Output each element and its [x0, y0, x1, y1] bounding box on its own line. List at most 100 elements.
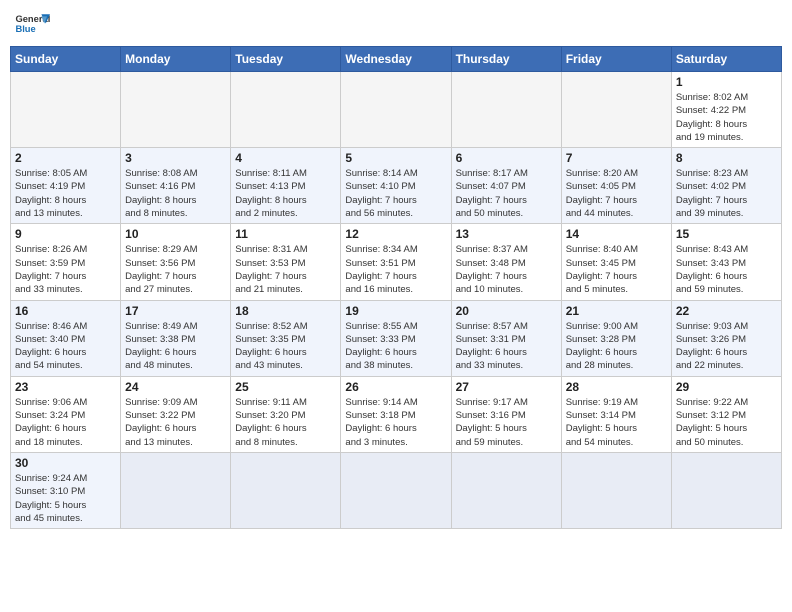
- day-info: Sunrise: 8:02 AM Sunset: 4:22 PM Dayligh…: [676, 91, 777, 144]
- week-row-5: 30 Sunrise: 9:24 AM Sunset: 3:10 PM Dayli…: [11, 452, 782, 528]
- day-info: Sunrise: 8:31 AM Sunset: 3:53 PM Dayligh…: [235, 243, 336, 296]
- calendar-cell: [341, 452, 451, 528]
- day-info: Sunrise: 9:22 AM Sunset: 3:12 PM Dayligh…: [676, 396, 777, 449]
- day-number: 18: [235, 304, 336, 318]
- day-number: 20: [456, 304, 557, 318]
- day-number: 7: [566, 151, 667, 165]
- calendar-cell: 28 Sunrise: 9:19 AM Sunset: 3:14 PM Dayli…: [561, 376, 671, 452]
- day-info: Sunrise: 8:34 AM Sunset: 3:51 PM Dayligh…: [345, 243, 446, 296]
- calendar-cell: 4Sunrise: 8:11 AM Sunset: 4:13 PM Daylig…: [231, 148, 341, 224]
- calendar-cell: [451, 72, 561, 148]
- day-info: Sunrise: 8:17 AM Sunset: 4:07 PM Dayligh…: [456, 167, 557, 220]
- header-wednesday: Wednesday: [341, 47, 451, 72]
- day-info: Sunrise: 8:05 AM Sunset: 4:19 PM Dayligh…: [15, 167, 116, 220]
- day-info: Sunrise: 9:11 AM Sunset: 3:20 PM Dayligh…: [235, 396, 336, 449]
- day-info: Sunrise: 8:08 AM Sunset: 4:16 PM Dayligh…: [125, 167, 226, 220]
- calendar-cell: [451, 452, 561, 528]
- day-number: 24: [125, 380, 226, 394]
- day-info: Sunrise: 8:46 AM Sunset: 3:40 PM Dayligh…: [15, 320, 116, 373]
- logo: General Blue: [14, 10, 50, 40]
- day-number: 21: [566, 304, 667, 318]
- calendar-cell: 22 Sunrise: 9:03 AM Sunset: 3:26 PM Dayli…: [671, 300, 781, 376]
- calendar-cell: 27Sunrise: 9:17 AM Sunset: 3:16 PM Dayli…: [451, 376, 561, 452]
- day-number: 25: [235, 380, 336, 394]
- day-info: Sunrise: 8:49 AM Sunset: 3:38 PM Dayligh…: [125, 320, 226, 373]
- day-info: Sunrise: 9:00 AM Sunset: 3:28 PM Dayligh…: [566, 320, 667, 373]
- week-row-0: 1 Sunrise: 8:02 AM Sunset: 4:22 PM Daylig…: [11, 72, 782, 148]
- day-info: Sunrise: 8:14 AM Sunset: 4:10 PM Dayligh…: [345, 167, 446, 220]
- calendar-cell: 15 Sunrise: 8:43 AM Sunset: 3:43 PM Dayli…: [671, 224, 781, 300]
- calendar-cell: 3 Sunrise: 8:08 AM Sunset: 4:16 PM Daylig…: [121, 148, 231, 224]
- day-info: Sunrise: 8:26 AM Sunset: 3:59 PM Dayligh…: [15, 243, 116, 296]
- day-info: Sunrise: 9:19 AM Sunset: 3:14 PM Dayligh…: [566, 396, 667, 449]
- day-number: 17: [125, 304, 226, 318]
- day-info: Sunrise: 9:09 AM Sunset: 3:22 PM Dayligh…: [125, 396, 226, 449]
- day-number: 30: [15, 456, 116, 470]
- day-number: 4: [235, 151, 336, 165]
- calendar-cell: 9 Sunrise: 8:26 AM Sunset: 3:59 PM Daylig…: [11, 224, 121, 300]
- day-number: 15: [676, 227, 777, 241]
- calendar-cell: [231, 72, 341, 148]
- week-row-3: 16Sunrise: 8:46 AM Sunset: 3:40 PM Dayli…: [11, 300, 782, 376]
- calendar-cell: 7 Sunrise: 8:20 AM Sunset: 4:05 PM Daylig…: [561, 148, 671, 224]
- header-thursday: Thursday: [451, 47, 561, 72]
- day-number: 3: [125, 151, 226, 165]
- calendar-cell: 17 Sunrise: 8:49 AM Sunset: 3:38 PM Dayli…: [121, 300, 231, 376]
- day-info: Sunrise: 8:20 AM Sunset: 4:05 PM Dayligh…: [566, 167, 667, 220]
- calendar-cell: [561, 72, 671, 148]
- day-number: 11: [235, 227, 336, 241]
- day-info: Sunrise: 8:57 AM Sunset: 3:31 PM Dayligh…: [456, 320, 557, 373]
- day-number: 28: [566, 380, 667, 394]
- calendar-cell: 16Sunrise: 8:46 AM Sunset: 3:40 PM Dayli…: [11, 300, 121, 376]
- calendar-cell: 21 Sunrise: 9:00 AM Sunset: 3:28 PM Dayli…: [561, 300, 671, 376]
- calendar-cell: [561, 452, 671, 528]
- calendar-cell: [341, 72, 451, 148]
- header-sunday: Sunday: [11, 47, 121, 72]
- header-friday: Friday: [561, 47, 671, 72]
- header-saturday: Saturday: [671, 47, 781, 72]
- calendar-cell: 5Sunrise: 8:14 AM Sunset: 4:10 PM Daylig…: [341, 148, 451, 224]
- calendar-cell: 29 Sunrise: 9:22 AM Sunset: 3:12 PM Dayli…: [671, 376, 781, 452]
- day-number: 26: [345, 380, 446, 394]
- day-number: 9: [15, 227, 116, 241]
- day-number: 12: [345, 227, 446, 241]
- calendar-cell: 30 Sunrise: 9:24 AM Sunset: 3:10 PM Dayli…: [11, 452, 121, 528]
- calendar-cell: 8Sunrise: 8:23 AM Sunset: 4:02 PM Daylig…: [671, 148, 781, 224]
- header-tuesday: Tuesday: [231, 47, 341, 72]
- week-row-1: 2 Sunrise: 8:05 AM Sunset: 4:19 PM Daylig…: [11, 148, 782, 224]
- day-number: 2: [15, 151, 116, 165]
- day-info: Sunrise: 9:03 AM Sunset: 3:26 PM Dayligh…: [676, 320, 777, 373]
- day-number: 22: [676, 304, 777, 318]
- day-info: Sunrise: 8:23 AM Sunset: 4:02 PM Dayligh…: [676, 167, 777, 220]
- calendar-cell: [11, 72, 121, 148]
- calendar-cell: 1 Sunrise: 8:02 AM Sunset: 4:22 PM Daylig…: [671, 72, 781, 148]
- day-info: Sunrise: 8:55 AM Sunset: 3:33 PM Dayligh…: [345, 320, 446, 373]
- day-number: 23: [15, 380, 116, 394]
- calendar-cell: 23 Sunrise: 9:06 AM Sunset: 3:24 PM Dayli…: [11, 376, 121, 452]
- calendar-cell: 2 Sunrise: 8:05 AM Sunset: 4:19 PM Daylig…: [11, 148, 121, 224]
- day-info: Sunrise: 8:29 AM Sunset: 3:56 PM Dayligh…: [125, 243, 226, 296]
- calendar-cell: [671, 452, 781, 528]
- calendar-cell: 11 Sunrise: 8:31 AM Sunset: 3:53 PM Dayli…: [231, 224, 341, 300]
- day-info: Sunrise: 8:37 AM Sunset: 3:48 PM Dayligh…: [456, 243, 557, 296]
- day-info: Sunrise: 9:06 AM Sunset: 3:24 PM Dayligh…: [15, 396, 116, 449]
- day-number: 1: [676, 75, 777, 89]
- calendar-cell: 18 Sunrise: 8:52 AM Sunset: 3:35 PM Dayli…: [231, 300, 341, 376]
- calendar-cell: 13 Sunrise: 8:37 AM Sunset: 3:48 PM Dayli…: [451, 224, 561, 300]
- day-number: 29: [676, 380, 777, 394]
- calendar-cell: 26 Sunrise: 9:14 AM Sunset: 3:18 PM Dayli…: [341, 376, 451, 452]
- day-number: 13: [456, 227, 557, 241]
- week-row-2: 9 Sunrise: 8:26 AM Sunset: 3:59 PM Daylig…: [11, 224, 782, 300]
- day-info: Sunrise: 8:43 AM Sunset: 3:43 PM Dayligh…: [676, 243, 777, 296]
- calendar-cell: 6Sunrise: 8:17 AM Sunset: 4:07 PM Daylig…: [451, 148, 561, 224]
- day-number: 10: [125, 227, 226, 241]
- day-info: Sunrise: 8:40 AM Sunset: 3:45 PM Dayligh…: [566, 243, 667, 296]
- calendar-cell: 12 Sunrise: 8:34 AM Sunset: 3:51 PM Dayli…: [341, 224, 451, 300]
- header-monday: Monday: [121, 47, 231, 72]
- day-info: Sunrise: 8:52 AM Sunset: 3:35 PM Dayligh…: [235, 320, 336, 373]
- calendar-cell: [121, 452, 231, 528]
- calendar-cell: 20 Sunrise: 8:57 AM Sunset: 3:31 PM Dayli…: [451, 300, 561, 376]
- day-info: Sunrise: 9:24 AM Sunset: 3:10 PM Dayligh…: [15, 472, 116, 525]
- day-info: Sunrise: 9:14 AM Sunset: 3:18 PM Dayligh…: [345, 396, 446, 449]
- svg-text:Blue: Blue: [15, 24, 35, 34]
